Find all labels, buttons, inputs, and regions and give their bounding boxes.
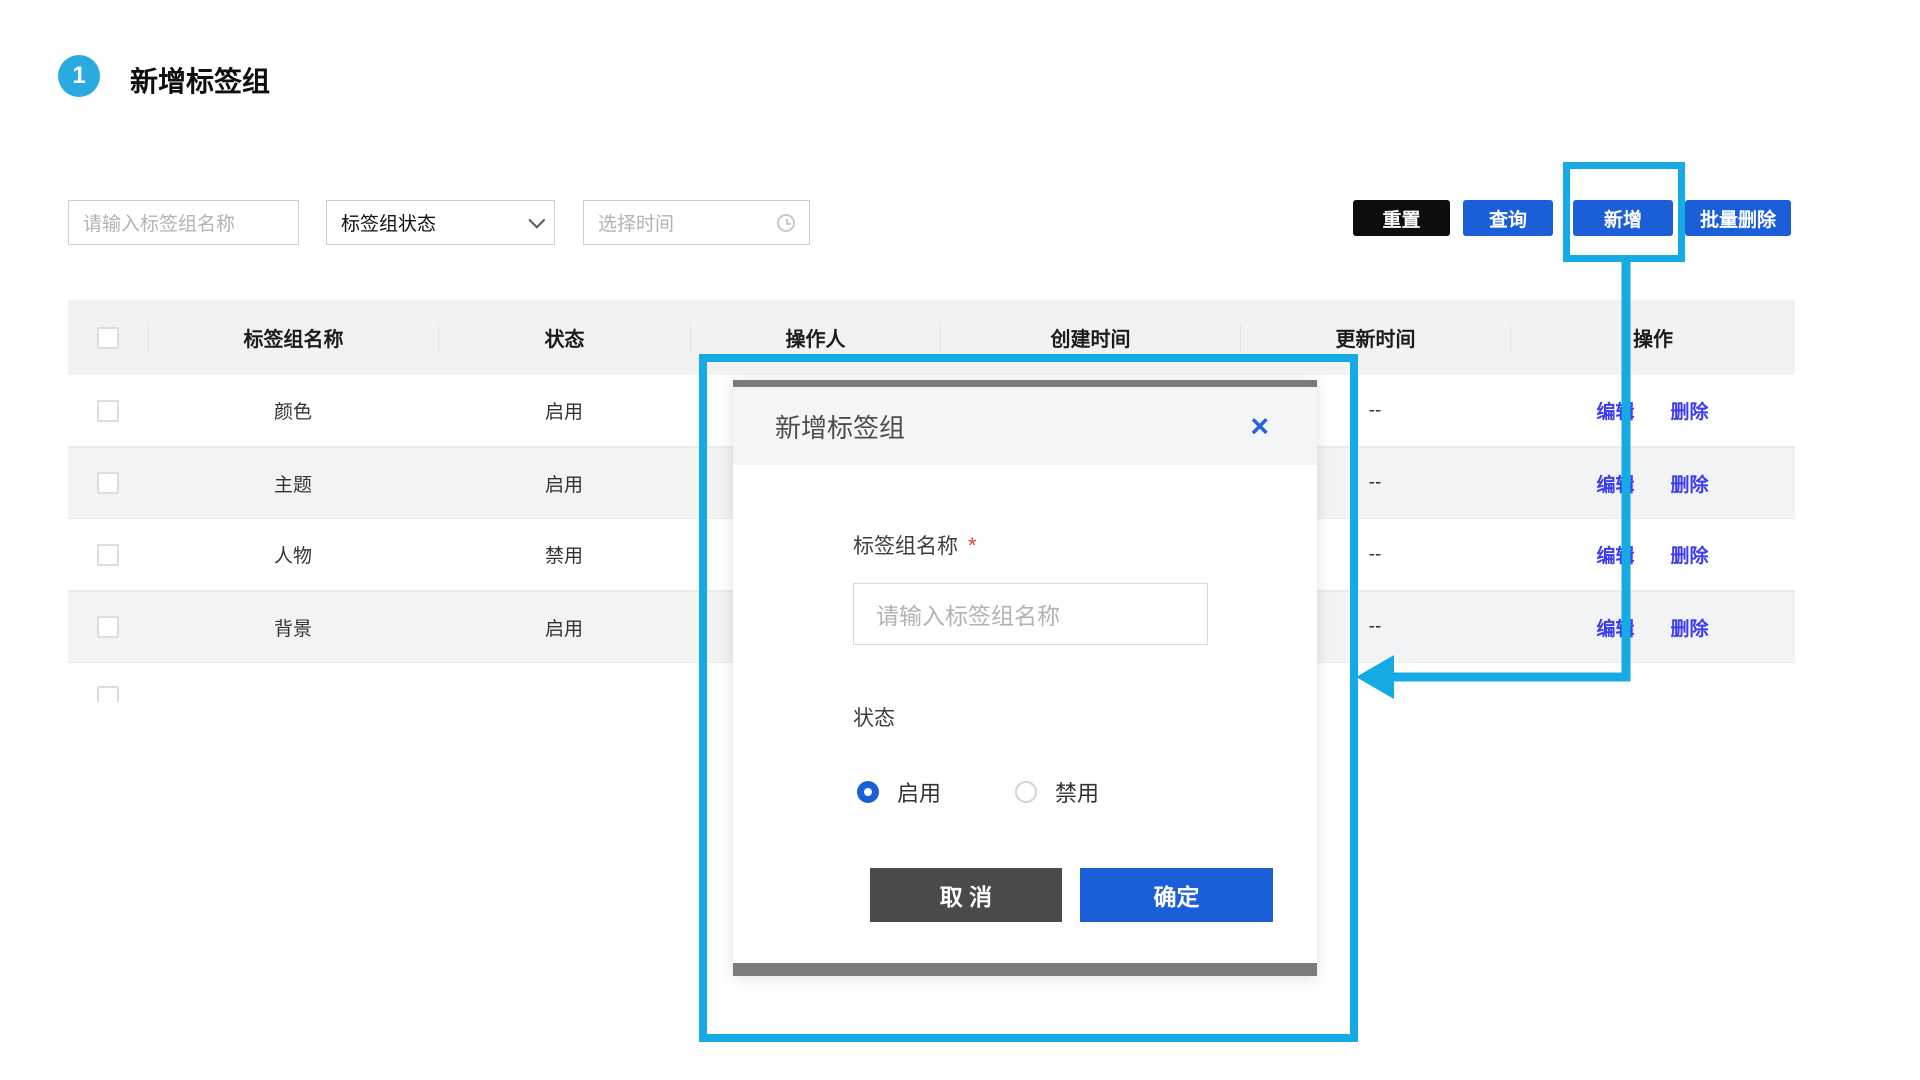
cell-status: 启用 [438,397,690,424]
modal-title: 新增标签组 [775,408,905,445]
col-header-status: 状态 [438,323,690,352]
close-icon[interactable]: × [1250,410,1269,442]
cell-name: 背景 [148,614,438,641]
confirm-button[interactable]: 确定 [1080,868,1273,922]
cell-status: 启用 [438,614,690,641]
status-label: 状态 [853,702,895,732]
table-header-row: 标签组名称 状态 操作人 创建时间 更新时间 操作 [68,300,1795,375]
modal-top-bar [733,380,1317,387]
delete-link[interactable]: 删除 [1671,397,1709,424]
cancel-button[interactable]: 取 消 [870,868,1062,922]
batch-delete-button[interactable]: 批量删除 [1685,200,1791,236]
delete-link[interactable]: 删除 [1671,541,1709,568]
tag-group-name-placeholder: 请输入标签组名称 [83,209,235,236]
delete-link[interactable]: 删除 [1671,614,1709,641]
radio-disabled[interactable] [1015,781,1037,803]
modal-bottom-bar [733,963,1317,976]
clock-icon [777,214,795,232]
add-button[interactable]: 新增 [1573,200,1673,236]
cell-name: 主题 [148,470,438,497]
row-checkbox[interactable] [97,544,119,566]
page: 1 新增标签组 请输入标签组名称 标签组状态 选择时间 重置 查询 新增 批量删… [0,0,1920,1080]
edit-link[interactable]: 编辑 [1596,397,1634,424]
col-header-operator: 操作人 [690,323,940,352]
time-picker-placeholder: 选择时间 [598,209,674,236]
edit-link[interactable]: 编辑 [1596,541,1634,568]
step-title: 新增标签组 [130,60,270,100]
radio-enabled[interactable] [857,781,879,803]
chevron-down-icon [528,211,545,228]
edit-link[interactable]: 编辑 [1596,614,1634,641]
cell-status: 禁用 [438,541,690,568]
row-checkbox[interactable] [97,616,119,638]
row-checkbox[interactable] [97,686,119,702]
status-select-value: 标签组状态 [341,209,436,236]
modal-name-input[interactable]: 请输入标签组名称 [853,583,1208,645]
add-tag-group-modal: 新增标签组 × 标签组名称* 请输入标签组名称 状态 启用 禁用 取 消 确定 [733,380,1317,976]
select-all-checkbox[interactable] [97,327,119,349]
status-radio-group: 启用 禁用 [857,776,1099,808]
radio-disabled-label: 禁用 [1055,776,1099,808]
delete-link[interactable]: 删除 [1671,470,1709,497]
col-header-name: 标签组名称 [148,323,438,352]
col-header-updated: 更新时间 [1240,323,1510,352]
query-button[interactable]: 查询 [1463,200,1553,236]
cell-name: 人物 [148,541,438,568]
step-number-badge: 1 [58,55,100,97]
radio-enabled-label: 启用 [897,776,941,808]
row-checkbox[interactable] [97,400,119,422]
col-header-created: 创建时间 [940,323,1240,352]
required-asterisk: * [968,533,977,558]
row-checkbox[interactable] [97,472,119,494]
reset-button[interactable]: 重置 [1353,200,1450,236]
tag-group-name-label: 标签组名称* [853,530,977,560]
cell-name: 颜色 [148,397,438,424]
tag-group-name-input[interactable]: 请输入标签组名称 [68,200,299,245]
cell-status: 启用 [438,470,690,497]
modal-header: 新增标签组 × [733,387,1317,465]
time-picker-input[interactable]: 选择时间 [583,200,810,245]
col-header-action: 操作 [1510,323,1795,352]
edit-link[interactable]: 编辑 [1596,470,1634,497]
modal-name-placeholder: 请输入标签组名称 [876,597,1060,631]
tag-group-status-select[interactable]: 标签组状态 [326,200,555,245]
